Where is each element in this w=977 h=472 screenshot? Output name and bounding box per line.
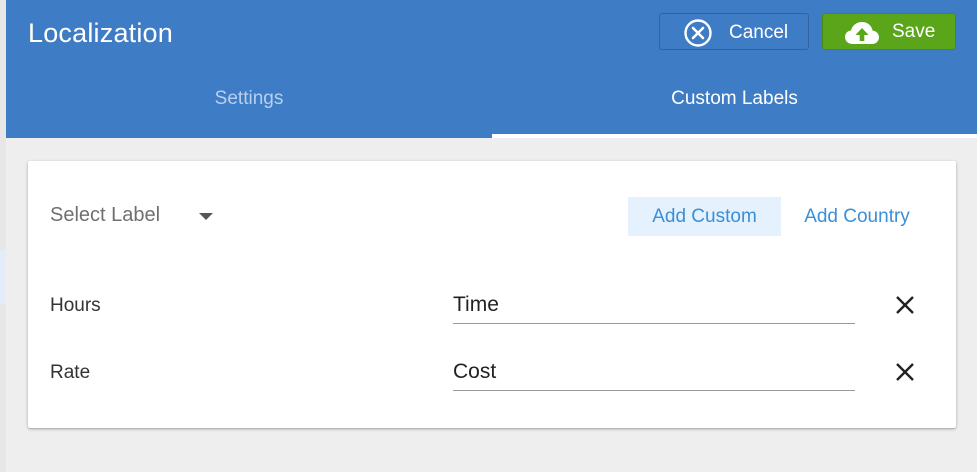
active-tab-indicator: [492, 134, 977, 138]
row-label-hours: Hours: [50, 295, 101, 316]
select-label-dropdown[interactable]: Select Label: [50, 204, 160, 227]
custom-label-input-hours[interactable]: [453, 287, 855, 324]
dropdown-arrow-icon[interactable]: [199, 213, 213, 220]
page-title: Localization: [28, 18, 173, 48]
add-country-button[interactable]: Add Country: [792, 197, 922, 236]
close-circle-icon: [684, 19, 712, 47]
row-label-rate: Rate: [50, 362, 91, 383]
save-button[interactable]: Save: [822, 13, 956, 50]
tab-settings[interactable]: Settings: [6, 88, 492, 118]
cancel-button-label: Cancel: [729, 22, 789, 43]
left-edge-marker: [0, 250, 6, 304]
remove-row-icon[interactable]: [894, 294, 916, 316]
save-button-label: Save: [892, 21, 936, 42]
custom-labels-card: Select Label Add Custom Add Country Hour…: [28, 161, 956, 428]
remove-row-icon[interactable]: [894, 361, 916, 383]
cloud-upload-icon: [845, 22, 879, 44]
cancel-button[interactable]: Cancel: [659, 13, 809, 50]
add-custom-button[interactable]: Add Custom: [628, 197, 781, 236]
tab-custom-labels[interactable]: Custom Labels: [492, 88, 977, 118]
custom-label-input-rate[interactable]: [453, 354, 855, 391]
